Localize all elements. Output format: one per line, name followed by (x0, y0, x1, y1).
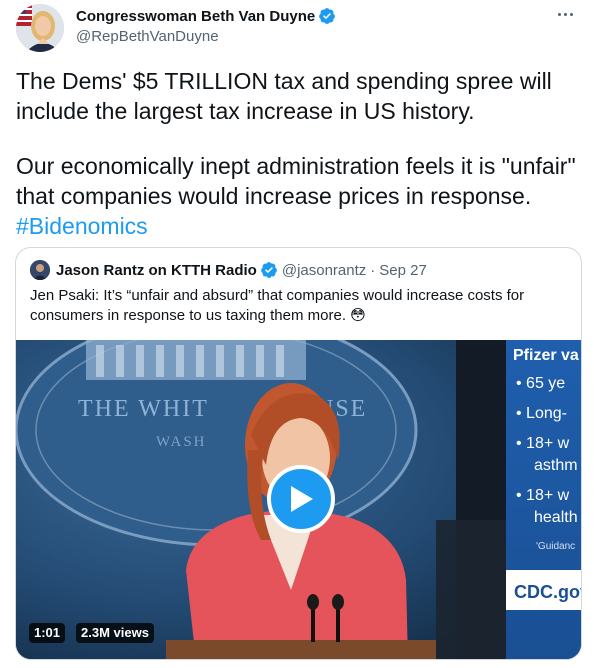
tweet-paragraph-1: The Dems' $5 TRILLION tax and spending s… (16, 68, 552, 124)
quoted-tweet-text: Jen Psaki: It’s “unfair and absurd” that… (30, 287, 525, 324)
quoted-author-name[interactable]: Jason Rantz on KTTH Radio (56, 262, 257, 279)
more-horizontal-icon[interactable] (550, 4, 580, 24)
quoted-tweet-header: Jason Rantz on KTTH Radio @jasonrantz · … (30, 260, 427, 280)
screen-bullet-4b: health (534, 509, 578, 526)
verified-badge-icon (260, 262, 277, 278)
screen-bullet-4a: • 18+ w (516, 487, 570, 504)
author-name[interactable]: Congresswoman Beth Van Duyne (76, 8, 315, 25)
hashtag-link[interactable]: #Bidenomics (16, 213, 148, 239)
screen-bullet-3a: • 18+ w (516, 435, 570, 452)
tweet-text: The Dems' $5 TRILLION tax and spending s… (16, 66, 576, 241)
verified-badge-icon (319, 8, 336, 24)
screen-bullet-1: • 65 ye (516, 375, 565, 392)
screen-source: CDC.gov (514, 582, 582, 602)
tweet-paragraph-2-text: Our economically inept administration fe… (16, 153, 576, 209)
video-view-count: 2.3M views (76, 623, 154, 643)
author-handle[interactable]: @RepBethVanDuyne (76, 28, 336, 45)
quoted-tweet[interactable]: Jason Rantz on KTTH Radio @jasonrantz · … (15, 247, 582, 660)
screen-bullet-3b: asthm (534, 457, 578, 474)
author-avatar[interactable] (16, 4, 64, 52)
backdrop-text-1: THE WHIT (78, 396, 209, 422)
screen-bullet-2: • Long- (516, 405, 567, 422)
tweet-paragraph-2: Our economically inept administration fe… (16, 151, 576, 241)
play-icon (291, 486, 313, 512)
screen-title: Pfizer va (513, 347, 579, 364)
tweet: Congresswoman Beth Van Duyne @RepBethVan… (0, 0, 594, 668)
play-button[interactable] (267, 465, 335, 533)
backdrop-text-3: WASH (156, 434, 207, 450)
quoted-tweet-date[interactable]: Sep 27 (379, 262, 427, 279)
quoted-author-handle[interactable]: @jasonrantz (282, 262, 366, 279)
author-block: Congresswoman Beth Van Duyne @RepBethVan… (76, 6, 336, 45)
video-player[interactable]: THE WHIT USE WASH Pfizer va • 65 ye • Lo… (16, 340, 582, 659)
screen-note: 'Guidanc (536, 541, 575, 552)
quoted-author-avatar[interactable] (30, 260, 50, 280)
header-separator: · (370, 261, 376, 279)
video-duration: 1:01 (29, 623, 66, 643)
